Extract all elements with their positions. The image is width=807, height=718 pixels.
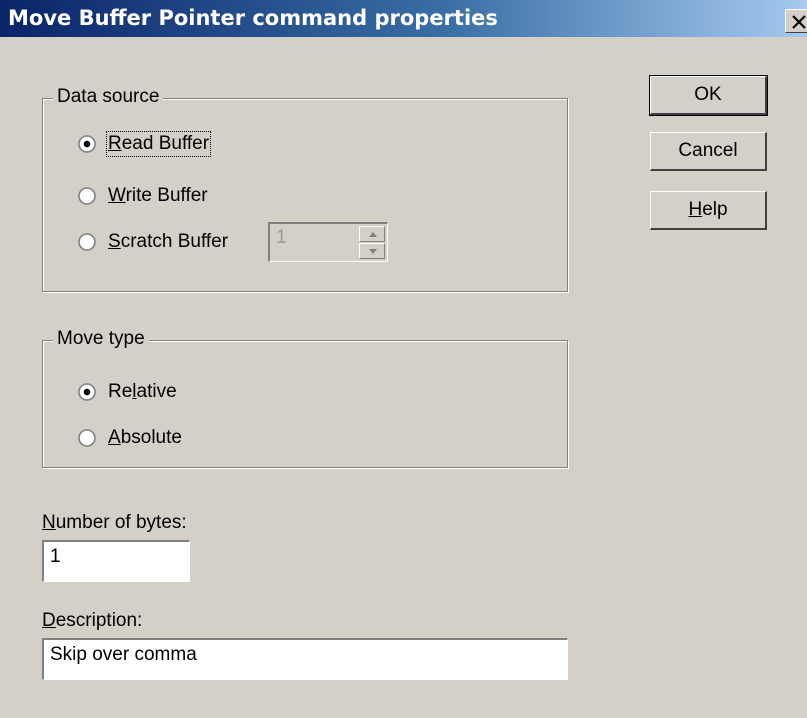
radio-checked-icon [78,383,96,401]
description-label: Description: [42,610,143,631]
move-type-legend: Move type [53,328,149,350]
radio-relative[interactable]: Relative [78,381,177,403]
radio-unchecked-icon [78,187,96,205]
ok-button[interactable]: OK [649,75,768,116]
arrow-up-icon [369,232,377,237]
radio-absolute[interactable]: Absolute [78,427,182,449]
title-bar: Move Buffer Pointer command properties [0,0,807,37]
radio-scratch-buffer-label: Scratch Buffer [108,231,229,252]
scratch-buffer-spinner[interactable]: 1 [268,222,388,262]
scratch-buffer-value: 1 [276,227,287,248]
radio-unchecked-icon [78,233,96,251]
spinner-down-button[interactable] [359,243,385,259]
radio-unchecked-icon [78,429,96,447]
radio-write-buffer[interactable]: Write Buffer [78,185,208,207]
radio-checked-icon [78,135,96,153]
help-button-label: Help [688,199,728,220]
radio-absolute-label: Absolute [108,427,182,448]
spinner-up-button[interactable] [359,226,385,242]
radio-scratch-buffer[interactable]: Scratch Buffer [78,231,228,253]
radio-write-buffer-label: Write Buffer [108,185,208,206]
close-button[interactable] [785,9,807,33]
number-of-bytes-label: Number of bytes: [42,512,187,533]
cancel-button-label: Cancel [678,140,738,161]
arrow-down-icon [369,249,377,254]
window-title: Move Buffer Pointer command properties [8,6,498,30]
number-of-bytes-input[interactable]: 1 [42,540,190,582]
description-input[interactable]: Skip over comma [42,638,568,680]
radio-read-buffer-label: Read Buffer [105,131,212,157]
ok-button-label: OK [694,84,722,105]
close-icon [792,15,806,29]
radio-read-buffer[interactable]: Read Buffer [78,131,212,157]
help-button[interactable]: Help [650,191,767,230]
radio-relative-label: Relative [108,381,177,402]
cancel-button[interactable]: Cancel [650,132,767,171]
data-source-legend: Data source [53,86,164,108]
